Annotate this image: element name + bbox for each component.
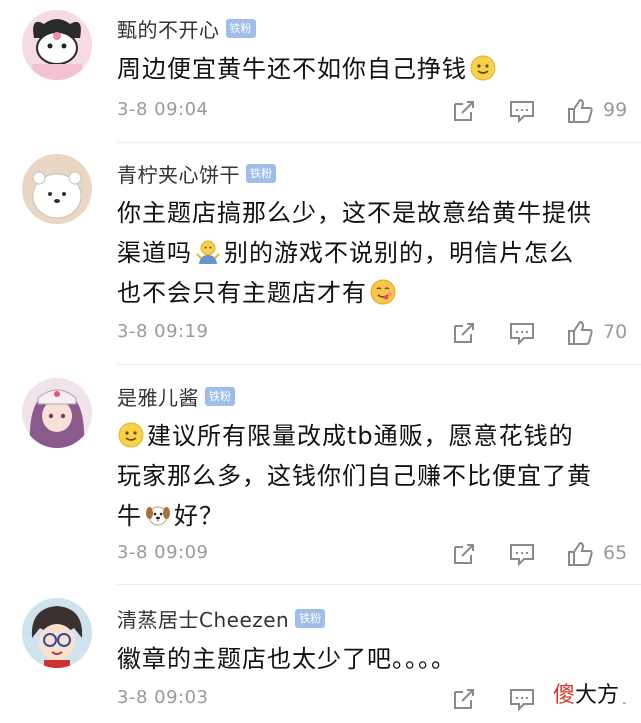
like-count: 65 — [603, 542, 628, 564]
smile-emoji-icon — [117, 421, 145, 449]
kuromi-avatar-image — [22, 10, 92, 80]
comment-line: 玩家那么多，这钱你们自己赚不比便宜了黄 — [117, 462, 592, 490]
user-avatar[interactable] — [22, 154, 92, 224]
fan-badge: 铁粉 — [246, 163, 276, 183]
thumbs-up-icon[interactable] — [565, 318, 595, 348]
username[interactable]: 是雅儿酱 — [117, 382, 199, 411]
conan-avatar-image — [22, 598, 92, 668]
divider — [117, 364, 641, 365]
username-row: 清蒸居士Cheezen 铁粉 — [117, 603, 326, 633]
share-icon[interactable] — [449, 539, 479, 569]
timestamp: 3-8 09:09 — [117, 542, 209, 563]
comment-line: 也不会只有主题店才有 — [117, 279, 367, 307]
user-avatar[interactable] — [22, 378, 92, 448]
comment-text: 你主题店搞那么少，这不是故意给黄牛提供 渠道吗 别的游戏不说别的，明信片怎么 也不… — [117, 193, 627, 313]
username-row: 是雅儿酱 铁粉 — [117, 381, 235, 411]
comment-icon[interactable] — [507, 96, 537, 126]
comment-line: 周边便宜黄牛还不如你自己挣钱 — [117, 55, 467, 83]
user-avatar[interactable] — [22, 598, 92, 668]
username[interactable]: 清蒸居士Cheezen — [117, 604, 289, 633]
watermark: 傻大方 — [548, 675, 623, 711]
yum-emoji-icon — [369, 278, 397, 306]
timestamp: 3-8 09:03 — [117, 687, 209, 708]
polar-bear-avatar-image — [22, 154, 92, 224]
username-row: 青柠夹心饼干 铁粉 — [117, 158, 276, 188]
share-icon[interactable] — [449, 684, 479, 714]
comment-line: 徽章的主题店也太少了吧。。。。 — [117, 645, 456, 673]
divider — [117, 142, 641, 143]
comment-line: 别的游戏不说别的，明信片怎么 — [224, 239, 574, 267]
comment-line: 牛 — [117, 502, 142, 530]
user-avatar[interactable] — [22, 10, 92, 80]
shrug-emoji-icon — [194, 238, 222, 266]
dog-emoji-icon — [144, 501, 172, 529]
fan-badge: 铁粉 — [205, 386, 235, 406]
comment-icon[interactable] — [507, 318, 537, 348]
comment-text: 周边便宜黄牛还不如你自己挣钱 — [117, 49, 627, 89]
thumbs-up-icon[interactable] — [565, 96, 595, 126]
like-count: 99 — [603, 99, 628, 121]
comment-line: 渠道吗 — [117, 239, 192, 267]
fan-badge: 铁粉 — [295, 608, 326, 628]
anime-girl-avatar-image — [22, 378, 92, 448]
comment-icon[interactable] — [507, 684, 537, 714]
comment-text: 建议所有限量改成tb通贩，愿意花钱的 玩家那么多，这钱你们自己赚不比便宜了黄 牛… — [117, 416, 627, 536]
comment-line: 建议所有限量改成tb通贩，愿意花钱的 — [147, 422, 574, 450]
username[interactable]: 甄的不开心 — [117, 14, 220, 43]
like-count: 70 — [603, 321, 628, 343]
smile-emoji-icon — [469, 54, 497, 82]
comment-text: 徽章的主题店也太少了吧。。。。 — [117, 639, 627, 679]
username-row: 甄的不开心 铁粉 — [117, 13, 256, 43]
divider — [117, 584, 641, 585]
comment-icon[interactable] — [507, 539, 537, 569]
comment-meta: 3-8 09:09 65 — [117, 539, 641, 569]
timestamp: 3-8 09:19 — [117, 321, 209, 342]
username[interactable]: 青柠夹心饼干 — [117, 159, 240, 188]
comment-meta: 3-8 09:19 70 — [117, 318, 641, 348]
watermark-char: 傻 — [552, 683, 575, 708]
timestamp: 3-8 09:04 — [117, 99, 209, 120]
watermark-text: 大方 — [574, 683, 619, 708]
share-icon[interactable] — [449, 96, 479, 126]
comment-meta: 3-8 09:04 99 — [117, 96, 641, 126]
comment-line: 你主题店搞那么少，这不是故意给黄牛提供 — [117, 199, 592, 227]
comment-line: 好？ — [174, 502, 224, 530]
share-icon[interactable] — [449, 318, 479, 348]
thumbs-up-icon[interactable] — [565, 539, 595, 569]
fan-badge: 铁粉 — [225, 18, 256, 38]
